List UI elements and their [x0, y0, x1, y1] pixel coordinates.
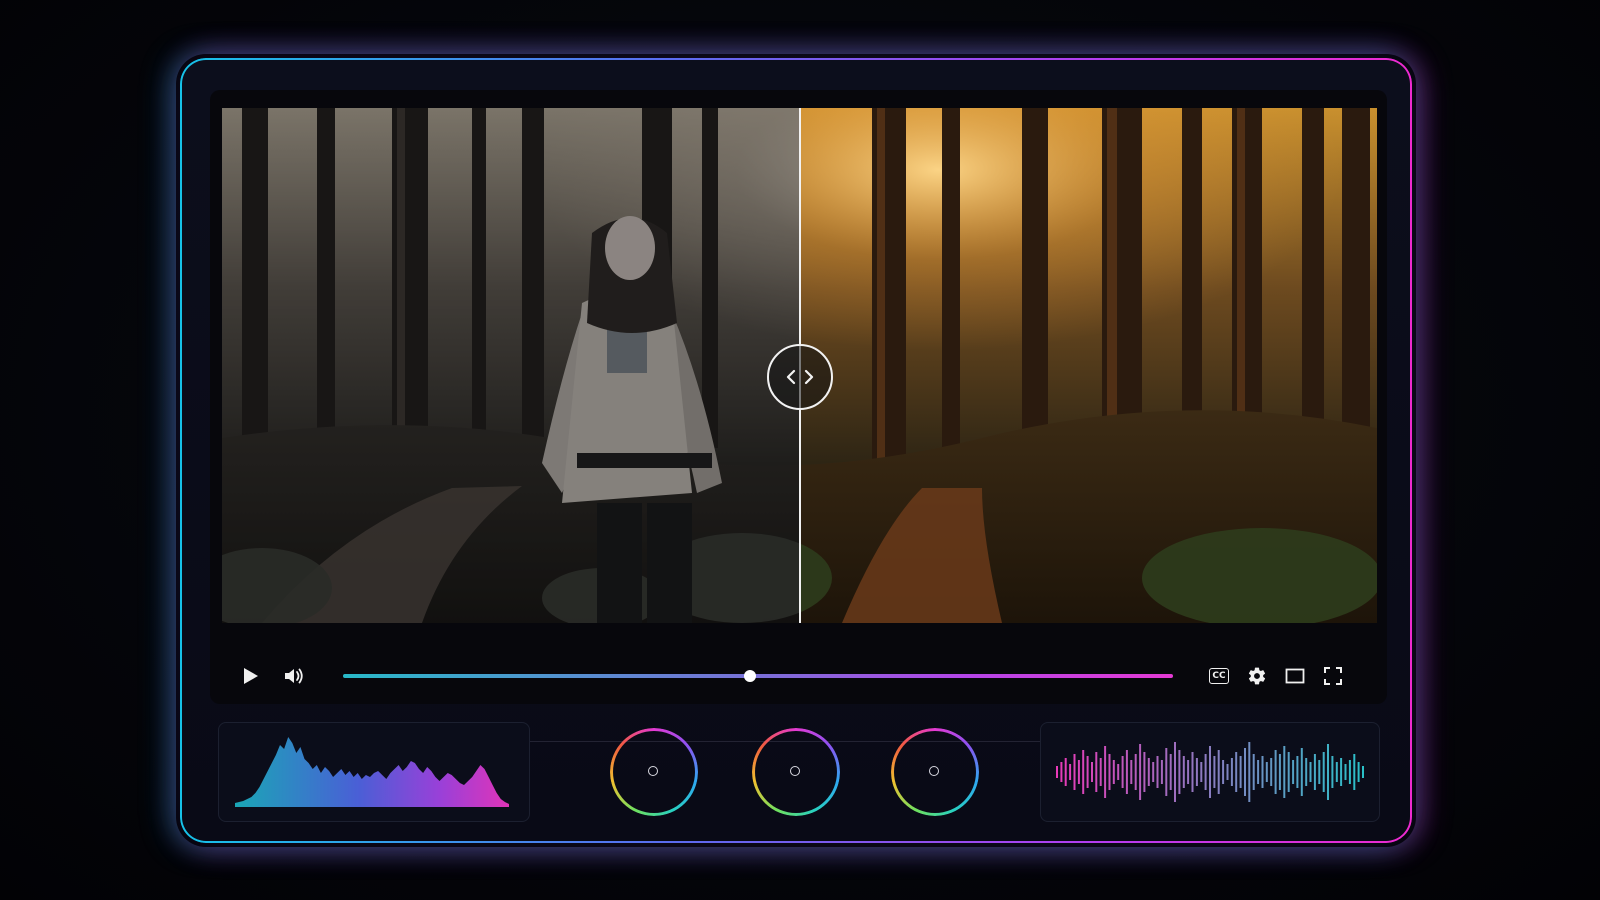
playback-progress-bar[interactable] — [343, 670, 1173, 682]
cc-icon: CC — [1209, 668, 1229, 684]
color-wheel-midtones[interactable] — [752, 728, 840, 816]
play-icon — [244, 668, 258, 684]
forest-scene-graded — [800, 108, 1377, 623]
comparison-viewer[interactable] — [222, 108, 1377, 623]
theater-mode-icon — [1285, 668, 1305, 684]
fullscreen-button[interactable] — [1317, 660, 1349, 692]
histogram-chart — [235, 737, 509, 807]
wheel-center-handle[interactable] — [648, 766, 658, 776]
color-wheel-highlights[interactable] — [891, 728, 979, 816]
gear-icon — [1248, 667, 1266, 685]
waveform-panel — [1040, 722, 1380, 822]
player-controls: CC — [210, 660, 1387, 696]
histogram-area — [235, 737, 509, 807]
captions-button[interactable]: CC — [1203, 660, 1235, 692]
wheel-center-handle[interactable] — [790, 766, 800, 776]
before-image — [222, 108, 800, 623]
play-button[interactable] — [234, 660, 266, 692]
chevrons-left-right-icon — [786, 369, 814, 385]
after-image — [800, 108, 1377, 623]
forest-scene-graded-out — [222, 108, 800, 623]
volume-button[interactable] — [278, 660, 310, 692]
video-player — [210, 90, 1387, 742]
audio-waveform — [1055, 742, 1365, 802]
histogram-panel — [218, 722, 530, 822]
wheel-center-handle[interactable] — [929, 766, 939, 776]
progress-scrubber[interactable] — [743, 670, 756, 682]
volume-icon — [285, 668, 303, 684]
theater-mode-button[interactable] — [1279, 660, 1311, 692]
fullscreen-icon — [1324, 667, 1342, 685]
settings-button[interactable] — [1241, 660, 1273, 692]
color-wheel-shadows[interactable] — [610, 728, 698, 816]
compare-slider-handle[interactable] — [767, 344, 833, 410]
cc-label: CC — [1212, 671, 1226, 681]
